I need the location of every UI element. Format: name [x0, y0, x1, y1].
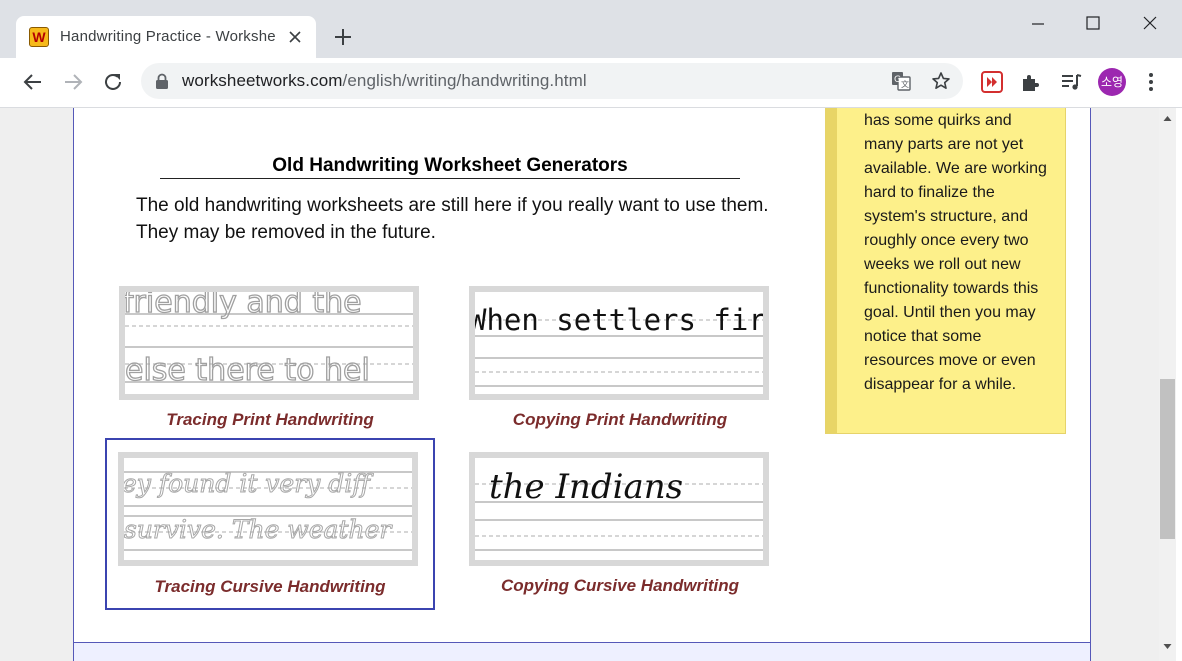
forward-button[interactable] [61, 70, 85, 94]
minimize-button[interactable] [1027, 14, 1049, 34]
browser-menu-button[interactable] [1140, 70, 1162, 94]
scroll-down-button[interactable] [1159, 638, 1176, 655]
browser-toolbar: worksheetworks.com/english/writing/handw… [0, 58, 1182, 108]
sample-text: ey found it very diff [124, 469, 374, 498]
close-icon [289, 31, 301, 43]
section-title: Old Handwriting Worksheet Generators [160, 155, 740, 179]
sample-text: the Indians [489, 467, 683, 507]
scrollbar-thumb[interactable] [1160, 379, 1175, 539]
url-domain: worksheetworks.com [182, 71, 343, 90]
translate-icon[interactable]: G文 [891, 71, 911, 91]
notice-box: has some quirks and many parts are not y… [825, 108, 1066, 434]
worksheet-thumbnail[interactable]: When settlers first [469, 286, 769, 400]
media-queue-icon[interactable] [1059, 70, 1083, 94]
vertical-scrollbar[interactable] [1159, 108, 1176, 661]
chevron-up-icon [1163, 116, 1172, 121]
worksheet-thumbnail[interactable]: the Indians [469, 452, 769, 566]
close-window-button[interactable] [1139, 14, 1161, 34]
notice-accent-bar [826, 108, 837, 433]
worksheet-link[interactable]: Tracing Cursive Handwriting [105, 577, 435, 597]
worksheet-card-tracing-cursive[interactable]: ey found it very diff survive. The weath… [105, 438, 435, 610]
tab-strip: W Handwriting Practice - Workshe [0, 0, 1182, 58]
worksheet-thumbnail[interactable]: friendly and the else there to hel [119, 286, 419, 400]
sample-text: When settlers first [475, 303, 763, 337]
reload-icon [105, 73, 121, 90]
window-right-edge [1176, 108, 1182, 661]
lock-icon[interactable] [155, 73, 169, 89]
notice-text: has some quirks and many parts are not y… [864, 112, 1047, 393]
worksheet-link[interactable]: Copying Print Handwriting [455, 410, 785, 430]
close-icon [1143, 16, 1157, 30]
site-favicon-icon: W [29, 27, 49, 47]
new-tab-button[interactable] [330, 24, 356, 50]
maximize-button[interactable] [1082, 14, 1104, 34]
worksheet-link[interactable]: Tracing Print Handwriting [105, 410, 435, 430]
back-button[interactable] [21, 70, 45, 94]
profile-avatar[interactable]: 소영 [1098, 68, 1126, 96]
tab-close-button[interactable] [286, 25, 304, 47]
tab-title: Handwriting Practice - Workshe [60, 28, 276, 45]
svg-text:文: 文 [901, 79, 909, 89]
page-footer-band [74, 642, 1090, 661]
intro-paragraph: The old handwriting worksheets are still… [136, 195, 769, 243]
url-path: /english/writing/handwriting.html [342, 71, 587, 90]
chevron-down-icon [1163, 644, 1172, 649]
page-content-column: Old Handwriting Worksheet Generators The… [73, 108, 1091, 661]
svg-text:G: G [894, 75, 901, 85]
browser-tab[interactable]: W Handwriting Practice - Workshe [16, 16, 316, 58]
kebab-menu-icon [1149, 73, 1153, 91]
star-icon[interactable] [931, 71, 951, 91]
worksheet-card-tracing-print[interactable]: friendly and the else there to hel Traci… [105, 276, 435, 446]
worksheet-card-copying-cursive[interactable]: the Indians Copying Cursive Handwriting [455, 442, 785, 612]
worksheet-link[interactable]: Copying Cursive Handwriting [455, 576, 785, 596]
plus-icon [335, 29, 351, 45]
sample-text: friendly and the [125, 292, 362, 320]
maximize-icon [1086, 16, 1100, 30]
address-bar[interactable]: worksheetworks.com/english/writing/handw… [141, 63, 963, 99]
worksheet-thumbnail[interactable]: ey found it very diff survive. The weath… [118, 452, 418, 566]
sample-text: else there to hel [125, 353, 370, 388]
forward-arrow-icon [65, 74, 83, 90]
reload-button[interactable] [101, 70, 125, 94]
sample-text: survive. The weather [124, 515, 393, 544]
puzzle-icon[interactable] [1019, 70, 1043, 94]
url-text[interactable]: worksheetworks.com/english/writing/handw… [182, 71, 587, 91]
back-arrow-icon [23, 74, 41, 90]
extension-icon[interactable] [980, 70, 1004, 94]
worksheet-card-copying-print[interactable]: When settlers first Copying Print Handwr… [455, 276, 785, 446]
minimize-icon [1032, 23, 1044, 25]
page-viewport: Old Handwriting Worksheet Generators The… [0, 108, 1182, 661]
scroll-up-button[interactable] [1159, 110, 1176, 127]
